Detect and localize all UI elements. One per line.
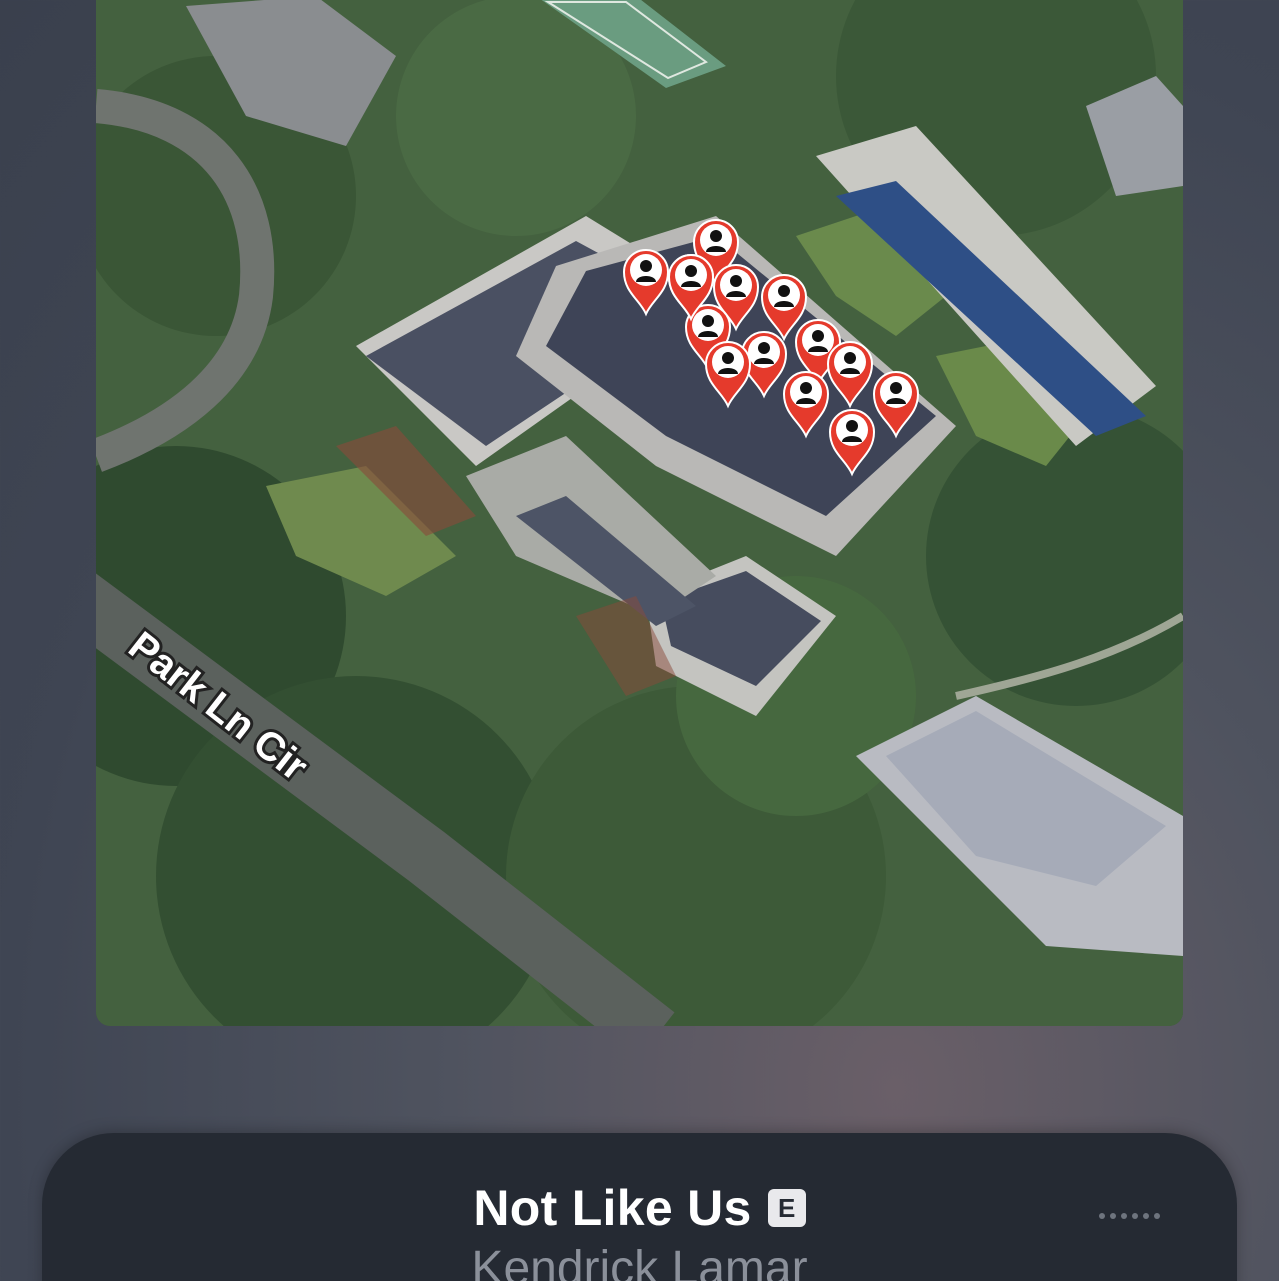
song-title-row: Not Like Us E <box>42 1179 1237 1237</box>
ellipsis-icon <box>1099 1213 1105 1219</box>
explicit-badge: E <box>767 1189 806 1227</box>
more-options-button[interactable] <box>1099 1209 1165 1223</box>
now-playing-card[interactable]: Not Like Us E Kendrick Lamar <box>42 1133 1237 1281</box>
artist-name[interactable]: Kendrick Lamar <box>42 1241 1237 1281</box>
song-title[interactable]: Not Like Us <box>473 1179 751 1237</box>
album-artwork: Park Ln Cir <box>96 0 1183 1026</box>
aerial-map-image: Park Ln Cir <box>96 0 1183 1026</box>
